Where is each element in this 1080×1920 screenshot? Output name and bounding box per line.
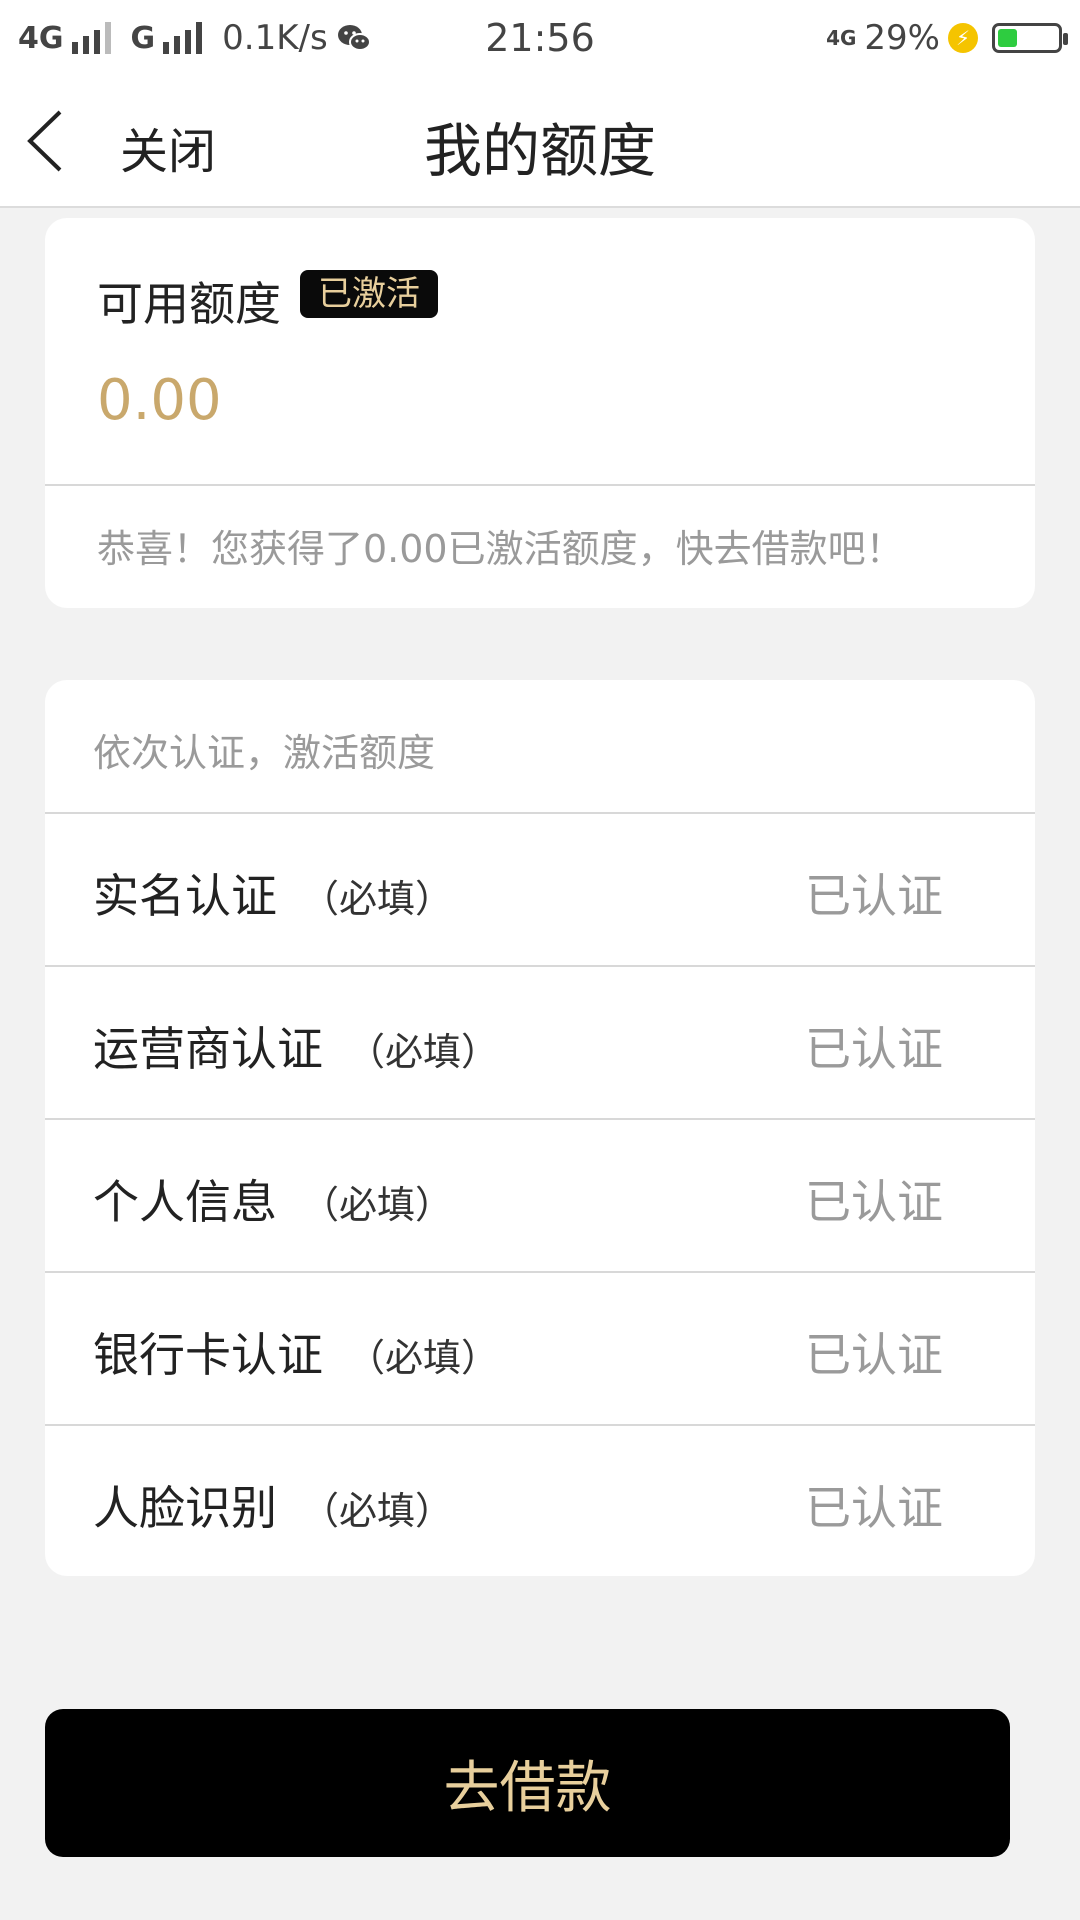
- verification-card: 依次认证，激活额度 实名认证 （必填） 已认证 运营商认证 （必填） 已认证 个人信…: [45, 680, 1035, 1576]
- item-status: 已认证: [805, 1328, 943, 1382]
- item-name: 银行卡认证 （必填）: [93, 1319, 499, 1385]
- divider: [45, 484, 1035, 486]
- signal-icon: [71, 22, 111, 54]
- status-right: 4G 29% ⚡: [826, 18, 1068, 58]
- verify-item-real-name[interactable]: 实名认证 （必填） 已认证: [45, 812, 1035, 965]
- required-label: （必填）: [301, 1183, 454, 1227]
- item-status: 已认证: [805, 869, 943, 923]
- status-left: 4G G 0.1K/s: [18, 18, 372, 58]
- network-type-3: 4G: [826, 26, 857, 50]
- required-label: （必填）: [301, 877, 454, 921]
- item-title: 银行卡认证: [93, 1328, 323, 1382]
- required-label: （必填）: [301, 1489, 454, 1533]
- battery-level: [998, 29, 1017, 47]
- verification-list: 实名认证 （必填） 已认证 运营商认证 （必填） 已认证 个人信息 （必填） 已认证 …: [45, 812, 1035, 1576]
- item-name: 人脸识别 （必填）: [93, 1472, 453, 1538]
- wechat-icon: [337, 25, 371, 51]
- status-bar: 4G G 0.1K/s 21:56 4G 29% ⚡: [0, 0, 1080, 76]
- item-name: 实名认证 （必填）: [93, 860, 453, 926]
- network-type-2: G: [130, 20, 156, 56]
- verify-item-carrier[interactable]: 运营商认证 （必填） 已认证: [45, 965, 1035, 1118]
- quota-card: 可用额度 已激活 0.00 恭喜！您获得了0.00已激活额度，快去借款吧！: [45, 218, 1035, 608]
- verify-item-face-recognition[interactable]: 人脸识别 （必填） 已认证: [45, 1424, 1035, 1576]
- battery-percent: 29%: [864, 18, 940, 58]
- verify-item-personal-info[interactable]: 个人信息 （必填） 已认证: [45, 1118, 1035, 1271]
- item-title: 运营商认证: [93, 1022, 323, 1076]
- item-name: 运营商认证 （必填）: [93, 1013, 499, 1079]
- item-status: 已认证: [805, 1175, 943, 1229]
- item-status: 已认证: [805, 1022, 943, 1076]
- required-label: （必填）: [347, 1030, 500, 1074]
- item-status: 已认证: [805, 1481, 943, 1535]
- charging-icon: ⚡: [948, 23, 978, 53]
- item-title: 个人信息: [93, 1175, 277, 1229]
- quota-amount: 0.00: [97, 368, 222, 433]
- item-name: 个人信息 （必填）: [93, 1166, 453, 1232]
- network-type-1: 4G: [18, 20, 64, 56]
- required-label: （必填）: [347, 1336, 500, 1380]
- activated-badge: 已激活: [300, 270, 438, 318]
- network-speed: 0.1K/s: [222, 18, 328, 58]
- verify-item-bank-card[interactable]: 银行卡认证 （必填） 已认证: [45, 1271, 1035, 1424]
- available-quota-label: 可用额度: [97, 277, 281, 331]
- signal-icon-2: [163, 22, 203, 54]
- item-title: 人脸识别: [93, 1481, 277, 1535]
- borrow-button[interactable]: 去借款: [45, 1709, 1010, 1857]
- quota-message: 恭喜！您获得了0.00已激活额度，快去借款吧！: [97, 527, 904, 571]
- nav-bar: 关闭 我的额度: [0, 76, 1080, 208]
- item-title: 实名认证: [93, 869, 277, 923]
- page-title: 我的额度: [423, 117, 656, 185]
- battery-icon: [992, 23, 1068, 53]
- verification-header: 依次认证，激活额度: [93, 731, 436, 775]
